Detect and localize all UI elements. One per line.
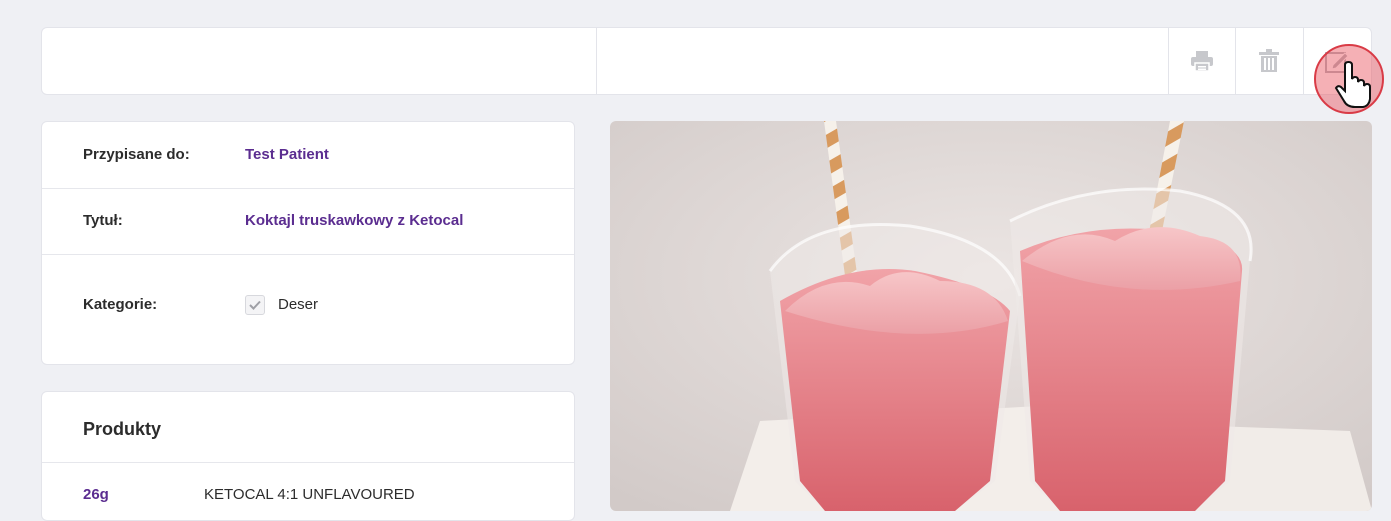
product-name: KETOCAL 4:1 UNFLAVOURED: [204, 486, 415, 503]
recipe-photo: [610, 121, 1372, 511]
assigned-label: Przypisane do:: [83, 146, 190, 163]
products-divider: [42, 462, 574, 463]
category-label: Kategorie:: [83, 296, 158, 313]
print-button[interactable]: [1169, 28, 1235, 94]
category-checkbox[interactable]: [245, 295, 265, 315]
category-option-label: Deser: [278, 296, 319, 313]
check-icon: [249, 300, 261, 310]
edit-button[interactable]: [1304, 28, 1370, 94]
edit-icon: [1325, 52, 1349, 73]
smoothie-illustration: [610, 121, 1372, 511]
assigned-row: Przypisane do: Test Patient: [42, 122, 574, 189]
print-icon: [1191, 51, 1213, 72]
assigned-patient-link[interactable]: Test Patient: [245, 146, 329, 163]
products-card: Produkty 26g KETOCAL 4:1 UNFLAVOURED: [41, 391, 575, 521]
recipe-details-card: Przypisane do: Test Patient Tytuł: Kokta…: [41, 121, 575, 365]
product-amount: 26g: [83, 486, 109, 503]
title-row: Tytuł: Koktajl truskawkowy z Ketocal: [42, 188, 574, 255]
toolbar-divider: [596, 28, 597, 94]
recipe-title-value: Koktajl truskawkowy z Ketocal: [245, 212, 464, 229]
products-heading: Produkty: [83, 419, 162, 439]
trash-icon: [1259, 49, 1279, 72]
delete-button[interactable]: [1236, 28, 1302, 94]
action-toolbar: [41, 27, 1372, 95]
category-row: Kategorie: Deser: [42, 254, 574, 364]
title-label: Tytuł:: [83, 212, 123, 229]
